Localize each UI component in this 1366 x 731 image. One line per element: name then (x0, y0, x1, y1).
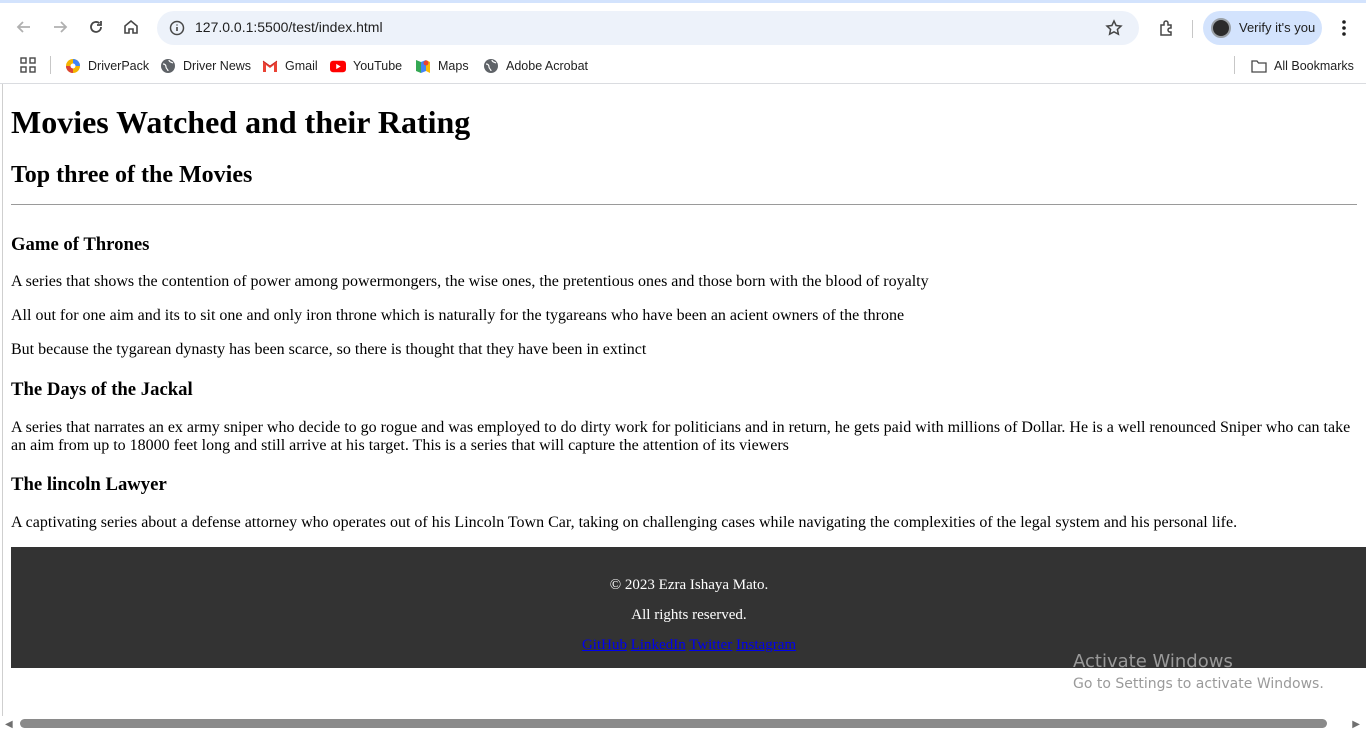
movie-title: The lincoln Lawyer (11, 474, 167, 495)
bookmark-driver-news[interactable]: Driver News (160, 54, 251, 78)
bookmark-label: Driver News (183, 59, 252, 73)
all-bookmarks-label: All Bookmarks (1274, 59, 1354, 73)
twitter-link[interactable]: Twitter (689, 637, 732, 653)
rights-text: All rights reserved. (631, 607, 747, 623)
bookmark-label: Adobe Acrobat (506, 59, 589, 73)
apps-grid-icon[interactable] (18, 55, 38, 75)
scrollbar-thumb[interactable] (20, 719, 1327, 728)
bookmark-youtube[interactable]: YouTube (330, 54, 402, 78)
bookmark-label: Gmail (285, 59, 318, 73)
linkedin-link[interactable]: LinkedIn (631, 637, 686, 653)
movie-description: A captivating series about a defense att… (11, 514, 1238, 531)
bookmarks-bar: DriverPack Driver News Gmail YouTube Map… (0, 50, 1366, 84)
address-bar[interactable]: 127.0.0.1:5500/test/index.html (157, 11, 1139, 45)
browser-toolbar: 127.0.0.1:5500/test/index.html Verify it… (0, 0, 1366, 50)
horizontal-scrollbar[interactable]: ◀ ▶ (0, 716, 1366, 731)
movie-title: The Days of the Jackal (11, 379, 193, 400)
forward-button[interactable] (48, 15, 72, 39)
folder-icon (1251, 58, 1267, 74)
reload-button[interactable] (84, 15, 108, 39)
site-info-icon[interactable] (165, 16, 189, 40)
toolbar-divider (1192, 20, 1193, 38)
browser-menu-button[interactable] (1332, 16, 1356, 40)
bookmark-maps[interactable]: Maps (415, 54, 469, 78)
home-button[interactable] (119, 15, 143, 39)
page-title: Movies Watched and their Rating (11, 104, 471, 140)
instagram-link[interactable]: Instagram (736, 637, 796, 653)
globe-icon (483, 58, 499, 74)
youtube-icon (330, 58, 346, 74)
web-page: Movies Watched and their Rating Top thre… (2, 84, 1366, 716)
extensions-button[interactable] (1155, 16, 1179, 40)
movie-description: All out for one aim and its to sit one a… (11, 307, 905, 324)
bookmark-label: YouTube (353, 59, 403, 73)
movie-description: A series that shows the contention of po… (11, 273, 929, 290)
gmail-icon (262, 58, 278, 74)
bookmarks-divider (50, 56, 51, 74)
puzzle-icon (1160, 20, 1172, 36)
profile-button[interactable]: Verify it's you (1203, 11, 1322, 45)
all-bookmarks-button[interactable]: All Bookmarks (1251, 54, 1354, 78)
movie-title: Game of Thrones (11, 234, 150, 255)
movie-description: A series that narrates an ex army sniper… (11, 419, 1351, 454)
bookmark-star-icon[interactable] (1103, 17, 1125, 39)
avatar (1211, 18, 1231, 38)
bookmark-label: DriverPack (88, 59, 150, 73)
back-button[interactable] (12, 15, 36, 39)
watermark-subtitle: Go to Settings to activate Windows. (1073, 676, 1324, 692)
bookmark-adobe-acrobat[interactable]: Adobe Acrobat (483, 54, 588, 78)
url-text[interactable]: 127.0.0.1:5500/test/index.html (195, 19, 383, 35)
watermark-title: Activate Windows (1073, 651, 1233, 672)
home-icon (124, 19, 138, 34)
more-vertical-icon (1342, 20, 1346, 36)
maps-icon (415, 58, 431, 74)
bookmark-label: Maps (438, 59, 469, 73)
windows-activation-watermark: Activate Windows Go to Settings to activ… (1073, 651, 1324, 692)
divider (11, 204, 1357, 206)
page-subtitle: Top three of the Movies (11, 162, 253, 188)
bookmark-driverpack[interactable]: DriverPack (65, 54, 149, 78)
scroll-left-icon[interactable]: ◀ (5, 719, 13, 730)
reload-icon (90, 21, 102, 33)
bookmarks-divider (1234, 56, 1235, 74)
forward-arrow-icon (54, 21, 68, 33)
movie-description: But because the tygarean dynasty has bee… (11, 341, 647, 358)
bookmark-gmail[interactable]: Gmail (262, 54, 318, 78)
back-arrow-icon (16, 21, 30, 33)
copyright-text: © 2023 Ezra Ishaya Mato. (609, 577, 769, 593)
page-footer: © 2023 Ezra Ishaya Mato. All rights rese… (11, 547, 1366, 668)
globe-icon (160, 58, 176, 74)
scroll-right-icon[interactable]: ▶ (1352, 719, 1360, 730)
profile-label: Verify it's you (1239, 20, 1316, 35)
driverpack-icon (65, 58, 81, 74)
github-link[interactable]: GitHub (582, 637, 627, 653)
